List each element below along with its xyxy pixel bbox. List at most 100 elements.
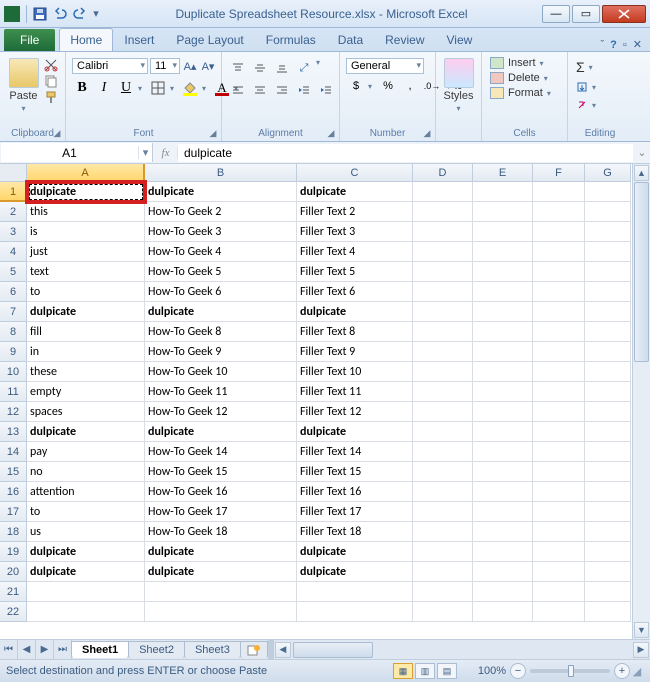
cell[interactable] (413, 442, 473, 462)
cell[interactable] (473, 402, 533, 422)
cell[interactable]: dulpicate (145, 562, 297, 582)
column-header-E[interactable]: E (473, 164, 533, 182)
row-header[interactable]: 3 (0, 222, 27, 242)
cell[interactable] (533, 382, 585, 402)
zoom-in-icon[interactable]: + (614, 663, 630, 679)
row-header[interactable]: 4 (0, 242, 27, 262)
expand-formula-bar-icon[interactable]: ⌄ (634, 146, 650, 159)
sheet-tab-sheet3[interactable]: Sheet3 (184, 641, 241, 658)
align-bottom-icon[interactable] (272, 58, 292, 78)
grow-font-icon[interactable]: A▴ (182, 59, 198, 73)
cell[interactable]: dulpicate (297, 562, 413, 582)
italic-button[interactable]: I (94, 78, 114, 98)
bold-button[interactable]: B (72, 78, 92, 98)
cell[interactable]: How-To Geek 16 (145, 482, 297, 502)
cell[interactable] (585, 582, 631, 602)
cell[interactable]: dulpicate (145, 182, 297, 202)
cell[interactable] (413, 402, 473, 422)
cell[interactable]: pay (27, 442, 145, 462)
delete-cells-button[interactable]: Delete▾ (488, 71, 557, 85)
cell[interactable] (585, 182, 631, 202)
borders-dropdown[interactable]: ▾ (170, 84, 178, 93)
row-header[interactable]: 8 (0, 322, 27, 342)
cell[interactable] (585, 322, 631, 342)
number-launcher-icon[interactable]: ◢ (421, 127, 433, 139)
cell[interactable]: How-To Geek 12 (145, 402, 297, 422)
cell[interactable]: empty (27, 382, 145, 402)
cell[interactable] (533, 522, 585, 542)
cell[interactable] (413, 482, 473, 502)
cell[interactable] (27, 602, 145, 622)
hscroll-thumb[interactable] (293, 642, 373, 658)
align-top-icon[interactable] (228, 58, 248, 78)
cell[interactable] (585, 602, 631, 622)
cell[interactable] (297, 602, 413, 622)
column-header-D[interactable]: D (413, 164, 473, 182)
shrink-font-icon[interactable]: A▾ (200, 59, 216, 73)
column-header-G[interactable]: G (585, 164, 631, 182)
cell[interactable]: Filler Text 8 (297, 322, 413, 342)
cell[interactable] (413, 342, 473, 362)
cell[interactable]: dulpicate (145, 302, 297, 322)
cell[interactable] (473, 182, 533, 202)
cell[interactable] (473, 522, 533, 542)
cell[interactable] (585, 222, 631, 242)
insert-cells-button[interactable]: Insert▾ (488, 56, 557, 70)
restore-window-icon[interactable]: ▫ (623, 39, 627, 51)
cell[interactable] (533, 282, 585, 302)
cell[interactable] (473, 322, 533, 342)
row-header[interactable]: 20 (0, 562, 27, 582)
cell[interactable] (533, 442, 585, 462)
cell[interactable] (533, 542, 585, 562)
cell[interactable] (533, 562, 585, 582)
copy-icon[interactable] (43, 74, 59, 88)
cell[interactable]: just (27, 242, 145, 262)
cell[interactable]: dulpicate (27, 542, 145, 562)
paste-button[interactable]: Paste ▾ (6, 54, 41, 113)
cell[interactable] (585, 342, 631, 362)
cell[interactable] (533, 482, 585, 502)
cell[interactable]: Filler Text 5 (297, 262, 413, 282)
row-header[interactable]: 10 (0, 362, 27, 382)
cell[interactable] (413, 362, 473, 382)
cell[interactable] (413, 542, 473, 562)
zoom-level[interactable]: 100% (464, 665, 506, 677)
cell[interactable]: dulpicate (297, 182, 413, 202)
cell[interactable] (473, 542, 533, 562)
cell[interactable] (533, 402, 585, 422)
cell[interactable] (413, 502, 473, 522)
fill-button[interactable]: ▾ (574, 80, 602, 94)
formula-input[interactable] (178, 144, 633, 162)
cell[interactable]: Filler Text 10 (297, 362, 413, 382)
cell[interactable] (473, 302, 533, 322)
fill-color-icon[interactable] (180, 78, 200, 98)
accounting-format-icon[interactable]: $ (346, 76, 366, 96)
ribbon-tab-data[interactable]: Data (327, 28, 374, 51)
cell[interactable] (585, 422, 631, 442)
row-header[interactable]: 22 (0, 602, 27, 622)
cell[interactable]: Filler Text 11 (297, 382, 413, 402)
cell[interactable] (585, 442, 631, 462)
cell[interactable]: How-To Geek 18 (145, 522, 297, 542)
cell[interactable] (585, 382, 631, 402)
sheet-tab-sheet1[interactable]: Sheet1 (71, 641, 129, 658)
scroll-right-icon[interactable]: ▶ (633, 642, 649, 658)
cell[interactable] (473, 562, 533, 582)
percent-format-icon[interactable]: % (378, 76, 398, 96)
cell[interactable] (413, 222, 473, 242)
cell[interactable] (473, 422, 533, 442)
cell[interactable] (533, 362, 585, 382)
cell[interactable] (145, 582, 297, 602)
tab-nav-last-icon[interactable]: ⏭ (54, 640, 72, 659)
insert-function-icon[interactable]: fx (154, 147, 178, 159)
cell[interactable] (585, 482, 631, 502)
cell[interactable]: attention (27, 482, 145, 502)
cell[interactable] (473, 202, 533, 222)
cell[interactable] (473, 362, 533, 382)
ribbon-tab-view[interactable]: View (436, 28, 484, 51)
tab-nav-prev-icon[interactable]: ◀ (18, 640, 36, 659)
cell[interactable] (413, 322, 473, 342)
cell[interactable]: Filler Text 15 (297, 462, 413, 482)
cell[interactable]: How-To Geek 14 (145, 442, 297, 462)
cell[interactable] (585, 362, 631, 382)
